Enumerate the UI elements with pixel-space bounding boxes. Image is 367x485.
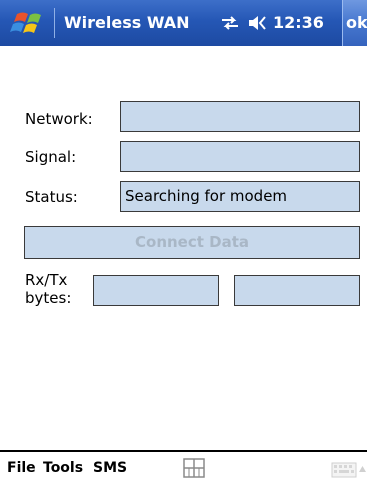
signal-field[interactable] [120,141,360,172]
connect-data-button[interactable]: Connect Data [24,226,360,259]
menu-sms[interactable]: SMS [93,460,127,476]
grid-icon[interactable] [183,458,205,478]
menu-tools[interactable]: Tools [43,460,83,476]
input-panel-arrow-icon[interactable] [358,464,367,474]
speaker-icon[interactable] [247,14,269,32]
title-separator [54,8,55,38]
rxtx-label-line1: Rx/Tx [25,271,68,289]
rxtx-label-line2: bytes: [25,289,72,307]
menu-bar: File Tools SMS [0,450,367,485]
keyboard-icon[interactable] [331,462,357,478]
network-field[interactable] [120,101,360,132]
window-title: Wireless WAN [64,13,190,32]
status-label: Status: [25,188,78,206]
clock[interactable]: 12:36 [273,13,324,32]
title-bar: Wireless WAN 12:36 ok [0,0,367,46]
menu-file[interactable]: File [7,460,36,476]
status-field[interactable]: Searching for modem [120,181,360,212]
connectivity-arrows-icon[interactable] [219,14,241,32]
ok-button[interactable]: ok [342,0,367,46]
windows-flag-icon[interactable] [7,9,45,37]
rx-bytes-field[interactable] [93,275,219,306]
network-label: Network: [25,110,93,128]
signal-label: Signal: [25,148,77,166]
tx-bytes-field[interactable] [234,275,360,306]
